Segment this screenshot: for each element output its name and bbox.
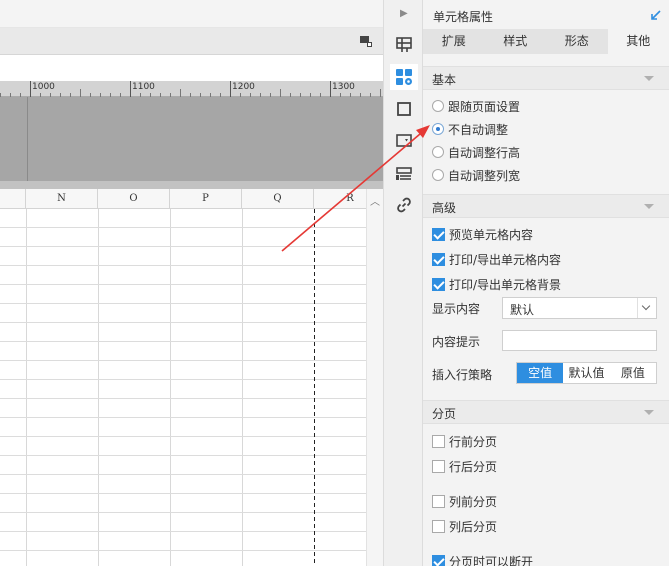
designer-toolbar — [0, 28, 383, 55]
radio-auto-row-height[interactable]: 自动调整行高 — [432, 143, 520, 161]
page-preview-band — [0, 97, 383, 181]
radio-icon — [432, 146, 444, 158]
chevron-down-icon — [644, 410, 654, 415]
checkbox-label: 行前分页 — [449, 434, 498, 449]
radio-no-auto-adjust[interactable]: 不自动调整 — [432, 120, 508, 138]
checkbox-icon — [432, 519, 445, 533]
checkbox-checked-icon — [432, 252, 445, 266]
display-content-select[interactable]: 默认 — [502, 297, 657, 319]
checkbox-icon — [432, 494, 445, 508]
checkbox-checked-icon — [432, 227, 445, 241]
checkbox-label: 打印/导出单元格内容 — [449, 252, 562, 267]
cell-grid[interactable]: N O P Q R — [0, 189, 366, 566]
panel-tabs: 扩展 样式 形态 其他 — [423, 29, 669, 54]
hyperlink-icon[interactable] — [390, 192, 418, 218]
insert-policy-default-button[interactable]: 默认值 — [563, 363, 609, 383]
insert-row-policy-toggle: 空值 默认值 原值 — [516, 362, 657, 384]
report-designer-area: 1000 1100 1200 1300 N O P Q R ︿ — [0, 0, 383, 566]
top-strip — [0, 0, 383, 28]
chevron-down-icon[interactable] — [637, 298, 656, 318]
radio-icon — [432, 169, 444, 181]
radio-label: 自动调整列宽 — [448, 168, 521, 183]
expand-panel-icon[interactable] — [649, 8, 663, 22]
column-header-p[interactable]: P — [170, 189, 242, 209]
vertical-scrollbar[interactable]: ︿ — [366, 189, 383, 566]
column-header-n[interactable]: N — [26, 189, 98, 209]
scroll-up-icon[interactable]: ︿ — [370, 193, 380, 208]
radio-auto-column-width[interactable]: 自动调整列宽 — [432, 166, 520, 184]
widget-icon[interactable] — [390, 128, 418, 154]
page-edge-line — [27, 97, 28, 181]
column-header-o[interactable]: O — [98, 189, 170, 209]
ruler-gap — [0, 55, 383, 81]
property-icon-strip: ▶ — [383, 0, 423, 566]
cell-attribute-icon[interactable] — [390, 64, 418, 90]
check-print-export-background[interactable]: 打印/导出单元格背景 — [432, 275, 561, 293]
checkbox-checked-icon — [432, 554, 445, 566]
column-header-q[interactable]: Q — [242, 189, 314, 209]
cell-property-panel: 单元格属性 扩展 样式 形态 其他 基本 跟随页面设置 不自动调整 自动调整行高… — [423, 0, 669, 566]
column-header-row: N O P Q R — [0, 189, 366, 209]
ruler-label: 1300 — [332, 82, 355, 92]
checkbox-label: 预览单元格内容 — [449, 227, 534, 242]
section-basic-title: 基本 — [432, 73, 457, 87]
section-basic-header[interactable]: 基本 — [423, 66, 669, 90]
section-advanced-title: 高级 — [432, 201, 457, 215]
collapse-panel-icon[interactable]: ▶ — [400, 8, 408, 19]
ruler-label: 1000 — [32, 82, 55, 92]
tab-style[interactable]: 样式 — [485, 29, 547, 54]
display-content-value: 默认 — [510, 303, 535, 317]
insert-policy-null-button[interactable]: 空值 — [517, 363, 564, 383]
checkbox-label: 行后分页 — [449, 459, 498, 474]
checkbox-checked-icon — [432, 277, 445, 291]
tab-other[interactable]: 其他 — [607, 29, 669, 54]
checkbox-label: 列前分页 — [449, 494, 498, 509]
radio-label: 不自动调整 — [448, 122, 509, 137]
column-header-r[interactable]: R — [314, 189, 366, 209]
radio-label: 跟随页面设置 — [448, 99, 521, 114]
ruler-label: 1100 — [132, 82, 155, 92]
check-allow-break-on-paging[interactable]: 分页时可以断开 — [432, 552, 533, 566]
check-page-break-before-column[interactable]: 列前分页 — [432, 492, 497, 510]
condition-icon[interactable] — [390, 160, 418, 186]
check-print-export-content[interactable]: 打印/导出单元格内容 — [432, 250, 561, 268]
ruler-label: 1200 — [232, 82, 255, 92]
check-page-break-after-row[interactable]: 行后分页 — [432, 457, 497, 475]
radio-label: 自动调整行高 — [448, 145, 521, 160]
checkbox-icon — [432, 434, 445, 448]
section-advanced-header[interactable]: 高级 — [423, 194, 669, 218]
border-icon[interactable] — [390, 96, 418, 122]
insert-row-policy-label: 插入行策略 — [432, 368, 493, 382]
checkbox-label: 分页时可以断开 — [449, 554, 534, 566]
format-painter-icon[interactable] — [360, 36, 372, 47]
section-paging-title: 分页 — [432, 407, 457, 421]
grid-lines — [0, 209, 366, 566]
checkbox-label: 列后分页 — [449, 519, 498, 534]
preview-divider[interactable] — [0, 181, 383, 189]
chevron-down-icon — [644, 76, 654, 81]
display-content-label: 显示内容 — [432, 302, 481, 316]
checkbox-label: 打印/导出单元格背景 — [449, 277, 562, 292]
tab-form[interactable]: 形态 — [546, 29, 608, 54]
radio-follow-page[interactable]: 跟随页面设置 — [432, 97, 520, 115]
check-preview-cell-content[interactable]: 预览单元格内容 — [432, 225, 533, 243]
panel-title: 单元格属性 — [433, 10, 494, 24]
content-hint-label: 内容提示 — [432, 335, 481, 349]
insert-policy-original-button[interactable]: 原值 — [610, 363, 656, 383]
content-hint-input[interactable] — [502, 330, 657, 351]
section-paging-header[interactable]: 分页 — [423, 400, 669, 424]
radio-icon — [432, 100, 444, 112]
radio-selected-icon — [432, 123, 444, 135]
check-page-break-before-row[interactable]: 行前分页 — [432, 432, 497, 450]
check-page-break-after-column[interactable]: 列后分页 — [432, 517, 497, 535]
tab-extend[interactable]: 扩展 — [423, 29, 485, 54]
chevron-down-icon — [644, 204, 654, 209]
horizontal-ruler: 1000 1100 1200 1300 — [0, 81, 383, 97]
column-header[interactable] — [0, 189, 26, 209]
extend-icon[interactable] — [390, 32, 418, 58]
checkbox-icon — [432, 459, 445, 473]
